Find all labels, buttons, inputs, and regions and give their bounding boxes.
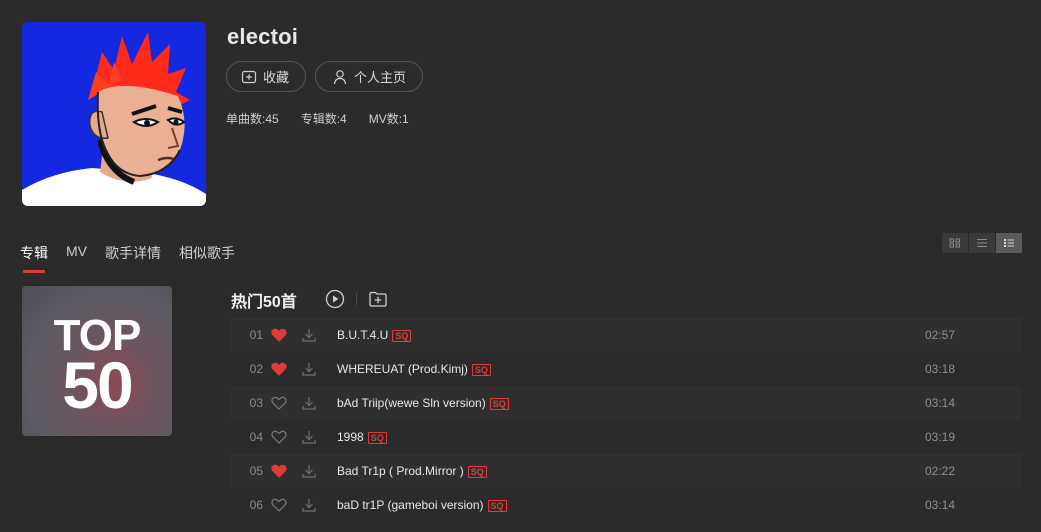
song-row[interactable]: 05 Bad Tr1p ( Prod.Mirror ) SQ 02:22 [231, 454, 1021, 488]
sq-badge: SQ [487, 499, 507, 512]
song-title[interactable]: B.U.T.4.U SQ [337, 328, 412, 342]
mv-count: MV数:1 [368, 112, 409, 126]
song-duration: 03:19 [925, 430, 956, 444]
download-icon[interactable] [301, 361, 317, 377]
artist-name: electoi [227, 24, 299, 49]
download-icon[interactable] [301, 395, 317, 411]
sq-badge: SQ [467, 465, 487, 478]
download-icon[interactable] [301, 463, 317, 479]
song-title-text: baD tr1P (gameboi version) [337, 498, 484, 512]
song-title[interactable]: 1998 SQ [337, 430, 387, 444]
song-row[interactable]: 03 bAd Triip(wewe Sln version) SQ 03:14 [231, 386, 1021, 420]
track-number: 05 [249, 464, 263, 478]
track-number: 04 [249, 430, 263, 444]
song-title[interactable]: baD tr1P (gameboi version) SQ [337, 498, 507, 512]
song-duration: 02:22 [925, 464, 956, 478]
grid-view-button[interactable] [942, 233, 968, 253]
song-list: 01 B.U.T.4.U SQ 02:57 02 WHEREUAT (Prod.K… [231, 318, 1021, 522]
tab-artist-details[interactable]: 歌手详情 [105, 243, 161, 273]
heart-outline-icon[interactable] [271, 430, 287, 444]
artist-tabs: 专辑 MV 歌手详情 相似歌手 [20, 243, 235, 273]
artist-avatar [22, 22, 206, 206]
song-title-text: bAd Triip(wewe Sln version) [337, 396, 486, 410]
tab-similar-artists[interactable]: 相似歌手 [179, 243, 235, 273]
list-icon [977, 239, 987, 247]
download-icon[interactable] [301, 497, 317, 513]
song-row[interactable]: 04 1998 SQ 03:19 [231, 420, 1021, 454]
song-row[interactable]: 06 baD tr1P (gameboi version) SQ 03:14 [231, 488, 1021, 522]
detail-list-icon [1004, 239, 1014, 247]
header-divider [356, 293, 357, 305]
song-duration: 03:14 [925, 498, 956, 512]
add-to-playlist-icon[interactable] [368, 289, 388, 309]
song-row[interactable]: 02 WHEREUAT (Prod.Kimj) SQ 03:18 [231, 352, 1021, 386]
cover-text: TOP 50 [22, 314, 172, 422]
albums-count: 专辑数:4 [300, 112, 347, 126]
singles-count: 单曲数:45 [226, 112, 279, 126]
artist-stats: 单曲数:45 专辑数:4 MV数:1 [226, 110, 409, 127]
add-folder-icon [241, 70, 257, 83]
tab-albums[interactable]: 专辑 [20, 243, 48, 273]
sq-badge: SQ [392, 329, 412, 342]
song-duration: 02:57 [925, 328, 956, 342]
detail-list-view-button[interactable] [996, 233, 1022, 253]
sq-badge: SQ [367, 431, 387, 444]
heart-filled-icon[interactable] [271, 362, 287, 376]
download-icon[interactable] [301, 327, 317, 343]
track-number: 06 [249, 498, 263, 512]
play-all-icon[interactable] [325, 289, 345, 309]
collect-label: 收藏 [263, 70, 290, 85]
sq-badge: SQ [489, 397, 509, 410]
album-title: 热门50首 [231, 294, 297, 311]
tab-mv[interactable]: MV [66, 243, 87, 273]
track-number: 01 [249, 328, 263, 342]
artist-actions: 收藏 个人主页 [226, 61, 423, 92]
heart-filled-icon[interactable] [271, 464, 287, 478]
cover-line-number: 50 [62, 347, 133, 422]
homepage-button[interactable]: 个人主页 [315, 61, 423, 92]
song-title[interactable]: Bad Tr1p ( Prod.Mirror ) SQ [337, 464, 487, 478]
song-title-text: B.U.T.4.U [337, 328, 389, 342]
avatar-illustration [22, 22, 206, 206]
homepage-label: 个人主页 [354, 70, 407, 85]
heart-filled-icon[interactable] [271, 328, 287, 342]
heart-outline-icon[interactable] [271, 498, 287, 512]
album-cover[interactable]: TOP 50 [22, 286, 172, 436]
view-mode-toggle [942, 233, 1022, 253]
song-title-text: Bad Tr1p ( Prod.Mirror ) [337, 464, 464, 478]
song-title[interactable]: bAd Triip(wewe Sln version) SQ [337, 396, 509, 410]
heart-outline-icon[interactable] [271, 396, 287, 410]
song-duration: 03:14 [925, 396, 956, 410]
collect-button[interactable]: 收藏 [226, 61, 306, 92]
artist-page: electoi 收藏 个人主页 单曲数:45 专辑数:4 MV数:1 专辑 MV… [0, 0, 1041, 532]
download-icon[interactable] [301, 429, 317, 445]
track-number: 03 [249, 396, 263, 410]
grid-icon [949, 238, 960, 248]
list-view-button[interactable] [969, 233, 995, 253]
user-icon [333, 69, 347, 84]
track-number: 02 [249, 362, 263, 376]
sq-badge: SQ [471, 363, 491, 376]
song-duration: 03:18 [925, 362, 956, 376]
song-row[interactable]: 01 B.U.T.4.U SQ 02:57 [231, 318, 1021, 352]
song-title-text: WHEREUAT (Prod.Kimj) [337, 362, 468, 376]
song-title[interactable]: WHEREUAT (Prod.Kimj) SQ [337, 362, 491, 376]
song-title-text: 1998 [337, 430, 364, 444]
